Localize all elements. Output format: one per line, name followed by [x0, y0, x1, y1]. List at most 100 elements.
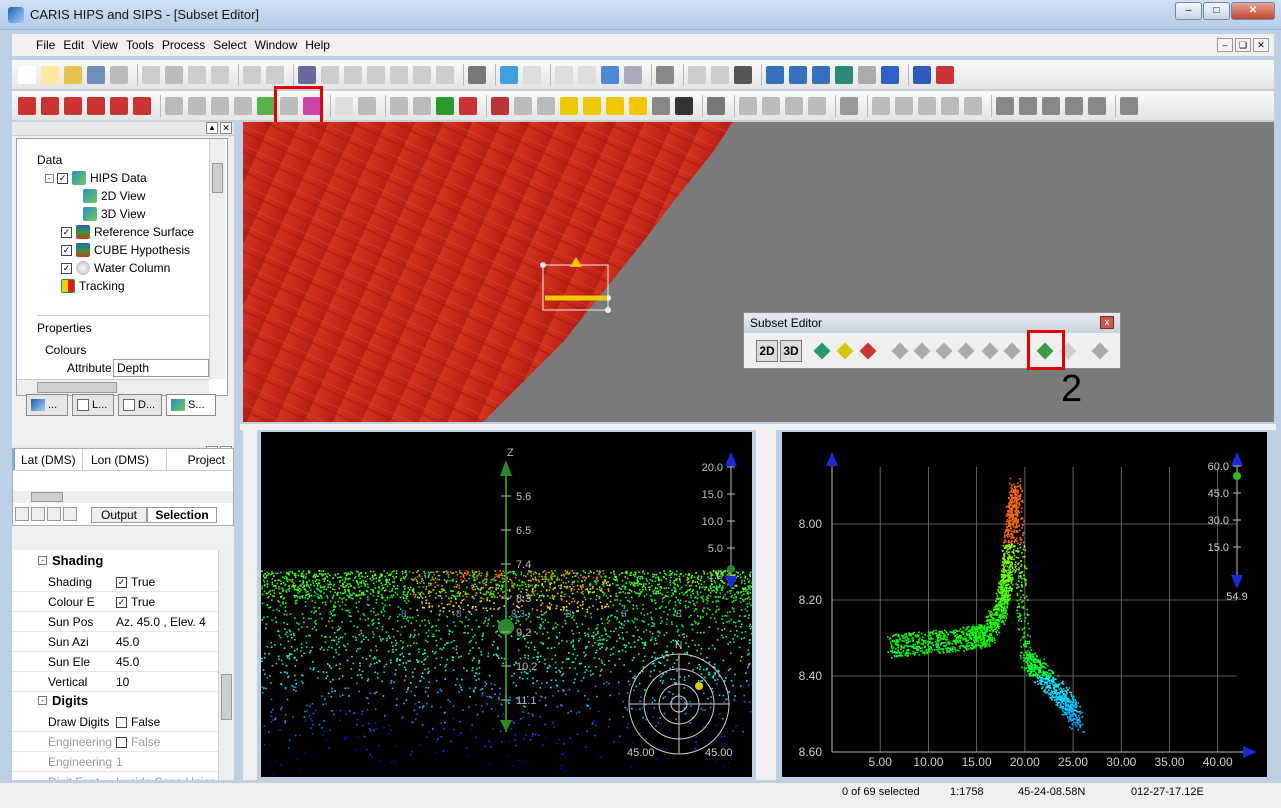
properties-scrollbar[interactable] — [218, 550, 234, 780]
tb1-tool-icon-14[interactable] — [367, 65, 385, 84]
tb1-tool-icon-26[interactable] — [688, 65, 706, 84]
tb1-tool-icon-17[interactable] — [436, 65, 454, 84]
property-row[interactable]: Sun Pos Az. 45.0 , Elev. 4 — [12, 612, 218, 632]
menu-window[interactable]: Window — [255, 38, 298, 52]
tb1-tool-icon-7[interactable] — [188, 65, 206, 84]
property-value[interactable]: 10 — [116, 675, 216, 689]
tb1-tool-icon-34[interactable] — [881, 65, 899, 84]
checkbox-water-column[interactable]: ✓ — [61, 262, 72, 274]
tab-output[interactable]: Output — [91, 507, 147, 523]
subset-tool-icon-11[interactable] — [1091, 342, 1109, 360]
tb2-tool-icon-5[interactable] — [133, 96, 151, 115]
property-row[interactable]: Vertical 10 — [12, 672, 218, 692]
tb2-tool-icon-25[interactable] — [629, 96, 647, 115]
tb2-tool-icon-43[interactable] — [1088, 96, 1106, 115]
z-axis-handle[interactable] — [498, 619, 514, 635]
tree-item-tracking[interactable]: Tracking — [61, 279, 125, 293]
tb2-tool-icon-41[interactable] — [1042, 96, 1060, 115]
tree-item-hips-data[interactable]: - ✓ HIPS Data — [45, 171, 147, 185]
subset-tool-icon-3[interactable] — [891, 342, 909, 360]
tb1-tool-icon-19[interactable] — [500, 65, 518, 84]
subset-view-3d[interactable]: Z 5.6 6.5 7.4 8.3 9.2 10.2 11.1 20.0 15.0 10.0 5.0 1… — [261, 432, 752, 777]
tab-layers-4[interactable]: S... — [166, 394, 216, 416]
tb2-tool-icon-6[interactable] — [165, 96, 183, 115]
tb2-tool-icon-16[interactable] — [413, 96, 431, 115]
subset-editor-close-icon[interactable]: x — [1100, 316, 1114, 329]
col-project[interactable]: Project — [167, 449, 233, 470]
tb2-tool-icon-37[interactable] — [941, 96, 959, 115]
property-value[interactable]: 1 — [116, 755, 216, 769]
subset-tool-icon-8[interactable] — [1003, 342, 1021, 360]
checkbox-reference-surface[interactable]: ✓ — [61, 226, 72, 238]
tb2-tool-icon-39[interactable] — [996, 96, 1014, 115]
tb2-tool-icon-21[interactable] — [537, 96, 555, 115]
tb1-tool-icon-33[interactable] — [858, 65, 876, 84]
property-row[interactable]: Engineering 1 — [12, 752, 218, 772]
tb2-tool-icon-35[interactable] — [895, 96, 913, 115]
tb2-tool-icon-29[interactable] — [739, 96, 757, 115]
tab-nav-buttons[interactable] — [15, 507, 85, 523]
tb2-tool-icon-32[interactable] — [808, 96, 826, 115]
subset-tool-icon-5[interactable] — [935, 342, 953, 360]
tb2-tool-icon-20[interactable] — [514, 96, 532, 115]
tb2-tool-icon-14[interactable] — [358, 96, 376, 115]
subset-tool-icon-7[interactable] — [981, 342, 999, 360]
tb2-tool-icon-30[interactable] — [762, 96, 780, 115]
subset-tool-icon-6[interactable] — [957, 342, 975, 360]
tb2-tool-icon-31[interactable] — [785, 96, 803, 115]
tb1-tool-icon-22[interactable] — [578, 65, 596, 84]
col-lat[interactable]: Lat (DMS) — [13, 449, 83, 470]
tb1-tool-icon-35[interactable] — [913, 65, 931, 84]
tb2-tool-icon-33[interactable] — [840, 96, 858, 115]
tb1-tool-icon-6[interactable] — [165, 65, 183, 84]
property-row[interactable]: Shading ✓ True — [12, 572, 218, 592]
tb1-tool-icon-32[interactable] — [835, 65, 853, 84]
col-lon[interactable]: Lon (DMS) — [83, 449, 167, 470]
coord-horizontal-scrollbar[interactable] — [13, 491, 233, 503]
tree-item-cube-hypothesis[interactable]: ✓ CUBE Hypothesis — [61, 243, 190, 257]
tb1-tool-icon-16[interactable] — [413, 65, 431, 84]
tb2-tool-icon-2[interactable] — [64, 96, 82, 115]
property-row[interactable]: Engineering False — [12, 732, 218, 752]
scale-handle[interactable] — [727, 565, 735, 573]
property-value[interactable]: False — [116, 735, 216, 749]
tb2-tool-icon-9[interactable] — [234, 96, 252, 115]
tree-item-water-column[interactable]: ✓ Water Column — [61, 261, 170, 275]
tab-layers-2[interactable]: L... — [72, 394, 114, 416]
tab-layers-1[interactable]: ... — [26, 394, 68, 416]
tree-item-2d-view[interactable]: 2D View — [83, 189, 145, 203]
tree-item-reference-surface[interactable]: ✓ Reference Surface — [61, 225, 194, 239]
subset-tool-icon-2[interactable] — [859, 342, 877, 360]
property-value[interactable]: Az. 45.0 , Elev. 4 — [116, 615, 216, 629]
maximize-button[interactable]: □ — [1203, 2, 1230, 20]
attribute-select[interactable]: Depth — [113, 359, 209, 377]
menu-view[interactable]: View — [92, 38, 118, 52]
tb1-tool-icon-21[interactable] — [555, 65, 573, 84]
mode-2d-button[interactable]: 2D — [756, 340, 778, 362]
tb1-tool-icon-0[interactable] — [18, 65, 36, 84]
property-row[interactable]: Sun Ele 45.0 — [12, 652, 218, 672]
tb2-tool-icon-28[interactable] — [707, 96, 725, 115]
tb1-tool-icon-24[interactable] — [624, 65, 642, 84]
tb1-tool-icon-29[interactable] — [766, 65, 784, 84]
property-checkbox[interactable] — [116, 716, 127, 728]
tb2-tool-icon-26[interactable] — [652, 96, 670, 115]
tb1-tool-icon-5[interactable] — [142, 65, 160, 84]
tree-vertical-scrollbar[interactable] — [209, 139, 225, 379]
mode-3d-button[interactable]: 3D — [780, 340, 802, 362]
subset-tool-icon-4[interactable] — [913, 342, 931, 360]
tb1-tool-icon-11[interactable] — [298, 65, 316, 84]
tb2-tool-icon-22[interactable] — [560, 96, 578, 115]
property-value[interactable]: Lucida Sans Unico — [116, 775, 216, 780]
checkbox-hips-data[interactable]: ✓ — [57, 172, 68, 184]
tb2-tool-icon-38[interactable] — [964, 96, 982, 115]
tb2-tool-icon-17[interactable] — [436, 96, 454, 115]
subset-tool-icon-0[interactable] — [813, 342, 831, 360]
tb1-tool-icon-36[interactable] — [936, 65, 954, 84]
tb2-tool-icon-0[interactable] — [18, 96, 36, 115]
tb1-tool-icon-9[interactable] — [243, 65, 261, 84]
tb1-tool-icon-13[interactable] — [344, 65, 362, 84]
tb2-tool-icon-3[interactable] — [87, 96, 105, 115]
tb2-tool-icon-15[interactable] — [390, 96, 408, 115]
tb2-tool-icon-24[interactable] — [606, 96, 624, 115]
